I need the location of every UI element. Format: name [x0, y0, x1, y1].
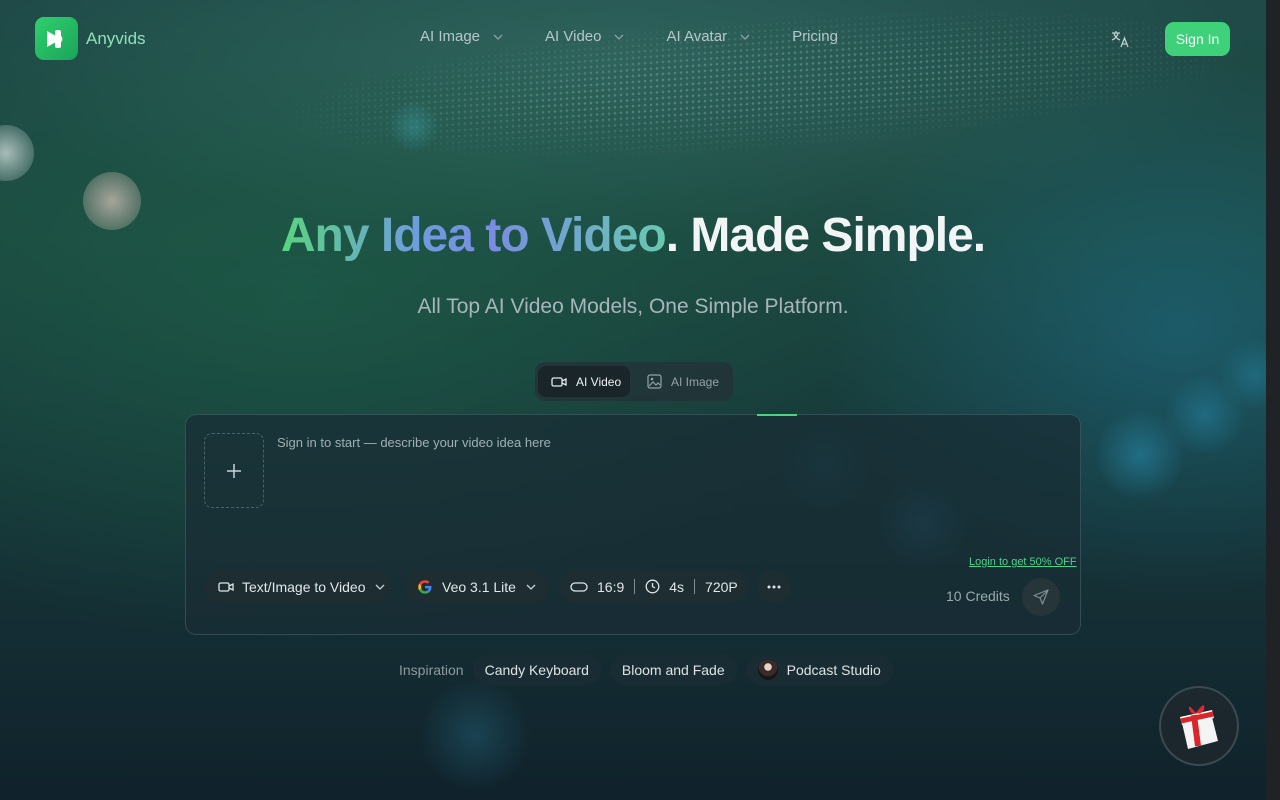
bokeh-light	[388, 100, 440, 152]
select-value: Veo 3.1 Lite	[442, 578, 516, 595]
chevron-down-icon	[493, 34, 503, 40]
tab-ai-video[interactable]: AI Video	[538, 366, 630, 397]
model-select[interactable]: Veo 3.1 Lite	[405, 570, 548, 603]
nav-label: Pricing	[792, 28, 838, 45]
send-button[interactable]	[1022, 578, 1060, 616]
chevron-down-icon	[615, 34, 624, 40]
credits-count: 10 Credits	[946, 588, 1010, 604]
more-horizontal-icon	[767, 585, 781, 588]
chip-label: Candy Keyboard	[484, 661, 589, 678]
video-camera-icon	[551, 376, 567, 387]
window-edge	[1266, 0, 1280, 800]
google-icon	[418, 579, 432, 594]
plus-icon	[227, 463, 241, 478]
inspiration-chip[interactable]: Podcast Studio	[745, 654, 893, 685]
mode-toggle: AI Video AI Image	[535, 362, 733, 401]
duration-setting: 4s	[645, 579, 684, 595]
logo-icon	[35, 17, 78, 60]
hero-title: Any Idea to Video. Made Simple.	[0, 208, 1266, 263]
hero-title-gradient: Any Idea to Video	[280, 209, 667, 262]
brand-logo[interactable]: Anyvids	[35, 17, 146, 60]
active-indicator	[757, 414, 797, 416]
main-nav: AI Image AI Video AI Avatar Pricing	[420, 28, 880, 45]
resolution-value: 720P	[705, 578, 738, 595]
gift-box-icon	[1180, 705, 1218, 749]
prompt-card: Text/Image to Video Veo 3.1 Lite 16:9 4s…	[185, 414, 1081, 635]
clock-icon	[645, 579, 660, 594]
nav-label: AI Video	[545, 28, 602, 45]
nav-label: AI Image	[420, 28, 481, 45]
video-camera-icon	[218, 581, 234, 592]
nav-label: AI Avatar	[666, 28, 728, 45]
video-settings-button[interactable]: 16:9 4s 720P	[558, 570, 748, 603]
aspect-ratio-value: 16:9	[597, 578, 625, 595]
translate-icon[interactable]	[1110, 29, 1130, 49]
bokeh-light	[420, 680, 530, 790]
inspiration-label: Inspiration	[399, 661, 464, 678]
nav-ai-video[interactable]: AI Video	[545, 28, 624, 45]
select-value: Text/Image to Video	[242, 578, 366, 595]
upload-image-button[interactable]	[204, 433, 264, 508]
image-icon	[647, 374, 662, 389]
nav-ai-avatar[interactable]: AI Avatar	[666, 28, 750, 45]
generation-mode-select[interactable]: Text/Image to Video	[204, 570, 391, 603]
gift-button[interactable]	[1159, 686, 1239, 766]
inspiration-chip[interactable]: Candy Keyboard	[472, 654, 601, 685]
chip-label: Bloom and Fade	[621, 661, 725, 678]
nav-pricing[interactable]: Pricing	[792, 28, 838, 45]
duration-value: 4s	[669, 578, 685, 595]
divider	[634, 579, 636, 594]
brand-name: Anyvids	[86, 28, 146, 48]
site-header: Anyvids AI Image AI Video AI Avatar Pric…	[0, 0, 1266, 78]
hero-title-rest: . Made Simple.	[665, 209, 986, 262]
chip-thumbnail	[757, 659, 778, 680]
divider	[694, 579, 696, 594]
send-icon	[1033, 589, 1049, 605]
tab-label: AI Video	[576, 374, 622, 389]
chip-label: Podcast Studio	[786, 661, 881, 678]
more-options-button[interactable]	[757, 570, 791, 603]
chevron-down-icon	[740, 34, 750, 40]
sign-in-button[interactable]: Sign In	[1165, 22, 1230, 56]
nav-ai-image[interactable]: AI Image	[420, 28, 503, 45]
prompt-input[interactable]	[277, 435, 977, 555]
tab-label: AI Image	[671, 374, 720, 389]
hero-subtitle: All Top AI Video Models, One Simple Plat…	[417, 295, 849, 318]
login-discount-link[interactable]: Login to get 50% OFF	[969, 556, 1077, 568]
aspect-ratio-setting: 16:9	[570, 579, 624, 595]
chevron-down-icon	[526, 584, 536, 590]
inspiration-chip[interactable]: Bloom and Fade	[609, 654, 737, 685]
inspiration-bar: Inspiration Candy Keyboard Bloom and Fad…	[399, 654, 902, 685]
tab-ai-image[interactable]: AI Image	[634, 366, 730, 397]
chevron-down-icon	[376, 584, 385, 590]
aspect-ratio-icon	[570, 581, 588, 592]
